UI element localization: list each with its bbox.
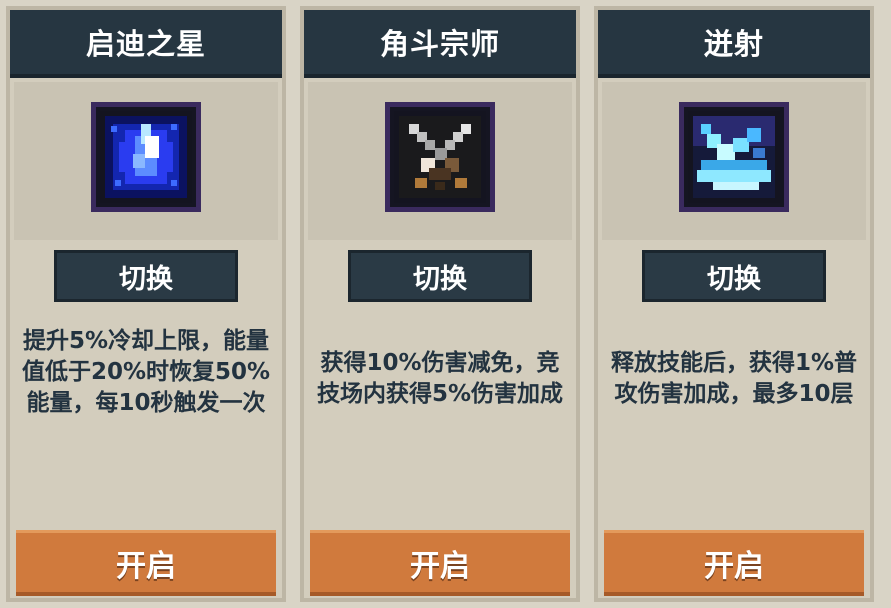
switch-button[interactable]: 切换 (642, 250, 826, 302)
talent-card-1: 启迪之星 切换 提升5%冷却上限，能量值低于20%时恢复50%能量，每10秒触发… (6, 6, 286, 602)
talent-description: 释放技能后，获得1%普攻伤害加成，最多10层 (610, 350, 858, 407)
talent-card-2: 角斗宗师 切换 获得10%伤害减免，竞技场内获得5%伤害加成 开启 (300, 6, 580, 602)
enable-button[interactable]: 开启 (604, 530, 864, 596)
icon-panel (14, 82, 278, 240)
talent-description: 提升5%冷却上限，能量值低于20%时恢复50%能量，每10秒触发一次 (21, 328, 271, 416)
enable-button[interactable]: 开启 (16, 530, 276, 596)
crossed-swords-icon (385, 102, 495, 212)
card-title: 启迪之星 (10, 10, 282, 78)
blue-star-crystal-icon (91, 102, 201, 212)
card-title: 角斗宗师 (304, 10, 576, 78)
icon-panel (602, 82, 866, 240)
switch-button[interactable]: 切换 (348, 250, 532, 302)
icon-panel (308, 82, 572, 240)
talent-card-3: 迸射 切换 释放技能后，获得1%普攻伤害加成，最多10层 开启 (594, 6, 874, 602)
cyan-burst-icon (679, 102, 789, 212)
enable-button[interactable]: 开启 (310, 530, 570, 596)
switch-button[interactable]: 切换 (54, 250, 238, 302)
talent-description: 获得10%伤害减免，竞技场内获得5%伤害加成 (316, 350, 564, 407)
card-title: 迸射 (598, 10, 870, 78)
